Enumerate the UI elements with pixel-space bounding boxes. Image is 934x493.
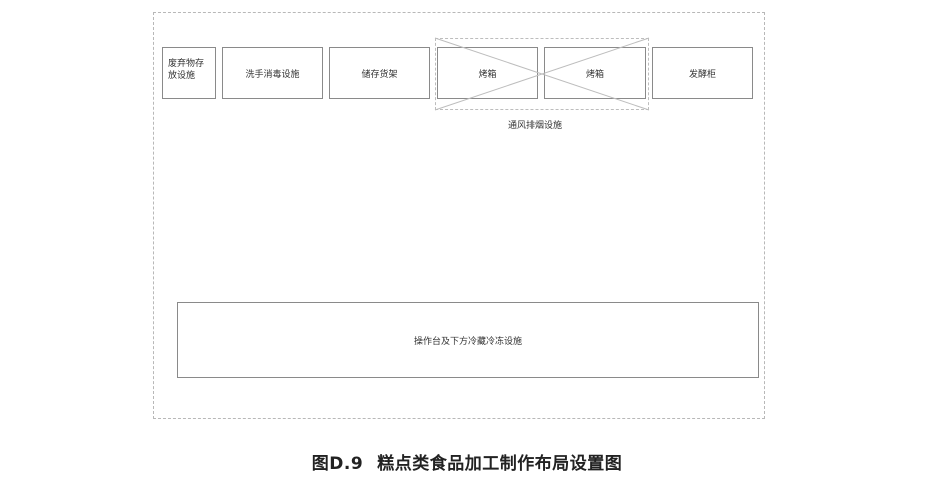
storage-shelf-label: 储存货架 (361, 69, 398, 80)
figure-title: 糕点类食品加工制作布局设置图 (377, 454, 623, 474)
proofer-label: 发酵柜 (688, 69, 716, 80)
oven-2-label: 烤箱 (585, 69, 604, 80)
waste-storage-label: 废弃物存放设施 (168, 59, 205, 81)
handwash-station: 洗手消毒设施 (222, 47, 323, 99)
ventilation-label: 通风排烟设施 (507, 121, 562, 131)
waste-storage-station: 废弃物存放设施 (162, 47, 216, 99)
workbench-station: 操作台及下方冷藏冷冻设施 (177, 302, 759, 378)
storage-shelf-station: 储存货架 (329, 47, 430, 99)
oven-1-label: 烤箱 (478, 69, 497, 80)
figure-number: 图D.9 (311, 454, 364, 474)
workbench-label: 操作台及下方冷藏冷冻设施 (413, 336, 522, 347)
handwash-label: 洗手消毒设施 (245, 69, 300, 80)
figure-caption: 图D.9 糕点类食品加工制作布局设置图 (0, 449, 934, 474)
proofer-station: 发酵柜 (652, 47, 753, 99)
ventilation-hood-cross-icon (434, 37, 650, 111)
